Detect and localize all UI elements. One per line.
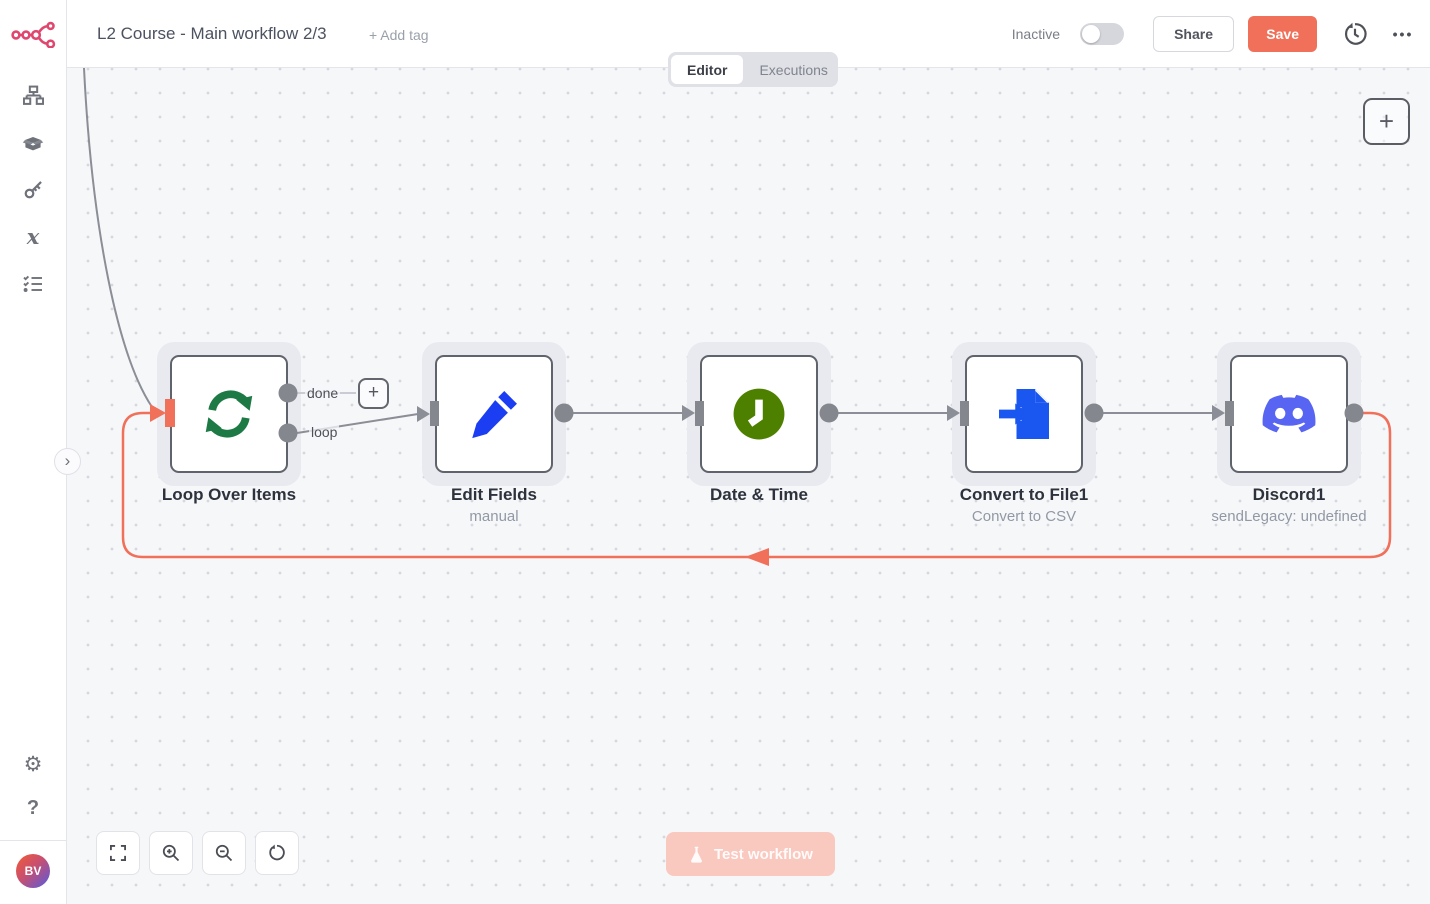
more-menu-icon[interactable]: ••• bbox=[1388, 21, 1418, 47]
add-tag-button[interactable]: + Add tag bbox=[369, 27, 429, 43]
node-box bbox=[700, 355, 818, 473]
node-box bbox=[1230, 355, 1348, 473]
save-button[interactable]: Save bbox=[1248, 16, 1317, 52]
sitemap-icon bbox=[23, 85, 44, 106]
flask-icon bbox=[688, 845, 705, 864]
gear-icon: ⚙ bbox=[24, 754, 43, 775]
reset-zoom-button[interactable] bbox=[255, 831, 299, 875]
help-icon: ? bbox=[27, 797, 39, 820]
node-label-edit: Edit Fields manual bbox=[344, 485, 644, 525]
workflow-title[interactable]: L2 Course - Main workflow 2/3 bbox=[97, 24, 327, 44]
zoom-out-button[interactable] bbox=[202, 831, 246, 875]
sidebar-item-templates[interactable] bbox=[0, 119, 66, 166]
file-import-icon bbox=[994, 384, 1054, 444]
editor-executions-tabs: Editor Executions bbox=[668, 52, 838, 87]
output-label-done: done bbox=[305, 385, 340, 401]
test-workflow-label: Test workflow bbox=[714, 846, 813, 863]
discord-icon bbox=[1258, 390, 1320, 438]
node-label-date: Date & Time bbox=[609, 485, 909, 508]
sidebar-divider bbox=[0, 840, 66, 841]
sidebar-item-executions[interactable] bbox=[0, 260, 66, 307]
sidebar-item-help[interactable]: ? bbox=[0, 786, 66, 830]
zoom-out-icon bbox=[214, 843, 234, 863]
canvas-controls bbox=[96, 831, 299, 875]
sidebar-item-variables[interactable]: x bbox=[0, 213, 66, 260]
sidebar-item-settings[interactable]: ⚙ bbox=[0, 742, 66, 786]
pencil-icon bbox=[465, 385, 523, 443]
node-loop-over-items[interactable] bbox=[157, 342, 301, 486]
node-discord[interactable] bbox=[1217, 342, 1361, 486]
reset-zoom-icon bbox=[267, 843, 287, 863]
tab-executions[interactable]: Executions bbox=[743, 55, 843, 84]
node-convert-to-file[interactable] bbox=[952, 342, 1096, 486]
active-toggle[interactable] bbox=[1080, 23, 1124, 45]
node-box bbox=[435, 355, 553, 473]
workflow-status-label: Inactive bbox=[1012, 26, 1060, 42]
clock-icon bbox=[726, 381, 792, 447]
sidebar-item-workflows[interactable] bbox=[0, 72, 66, 119]
node-label-loop: Loop Over Items bbox=[79, 485, 379, 508]
toggle-knob bbox=[1082, 25, 1100, 43]
sidebar-item-credentials[interactable] bbox=[0, 166, 66, 213]
templates-box-icon bbox=[22, 132, 44, 154]
node-label-convert: Convert to File1 Convert to CSV bbox=[874, 485, 1174, 525]
tab-editor[interactable]: Editor bbox=[671, 55, 743, 84]
zoom-in-button[interactable] bbox=[149, 831, 193, 875]
variables-icon: x bbox=[27, 224, 40, 249]
add-connected-node-button[interactable]: + bbox=[358, 378, 389, 409]
loop-icon bbox=[198, 383, 260, 445]
node-box bbox=[170, 355, 288, 473]
test-workflow-button[interactable]: Test workflow bbox=[666, 832, 835, 876]
key-icon bbox=[23, 179, 44, 200]
node-edit-fields[interactable] bbox=[422, 342, 566, 486]
output-label-loop: loop bbox=[309, 424, 339, 440]
add-node-button[interactable]: + bbox=[1363, 98, 1410, 145]
node-box bbox=[965, 355, 1083, 473]
avatar[interactable]: BV bbox=[16, 854, 50, 888]
fit-view-button[interactable] bbox=[96, 831, 140, 875]
history-icon[interactable] bbox=[1342, 21, 1368, 47]
zoom-in-icon bbox=[161, 843, 181, 863]
executions-list-icon bbox=[22, 273, 44, 295]
node-date-time[interactable] bbox=[687, 342, 831, 486]
share-button[interactable]: Share bbox=[1153, 16, 1234, 52]
node-label-discord: Discord1 sendLegacy: undefined bbox=[1139, 485, 1430, 525]
fit-view-icon bbox=[108, 843, 128, 863]
n8n-logo-icon[interactable] bbox=[11, 20, 57, 48]
chevron-right-icon[interactable]: › bbox=[54, 448, 81, 475]
